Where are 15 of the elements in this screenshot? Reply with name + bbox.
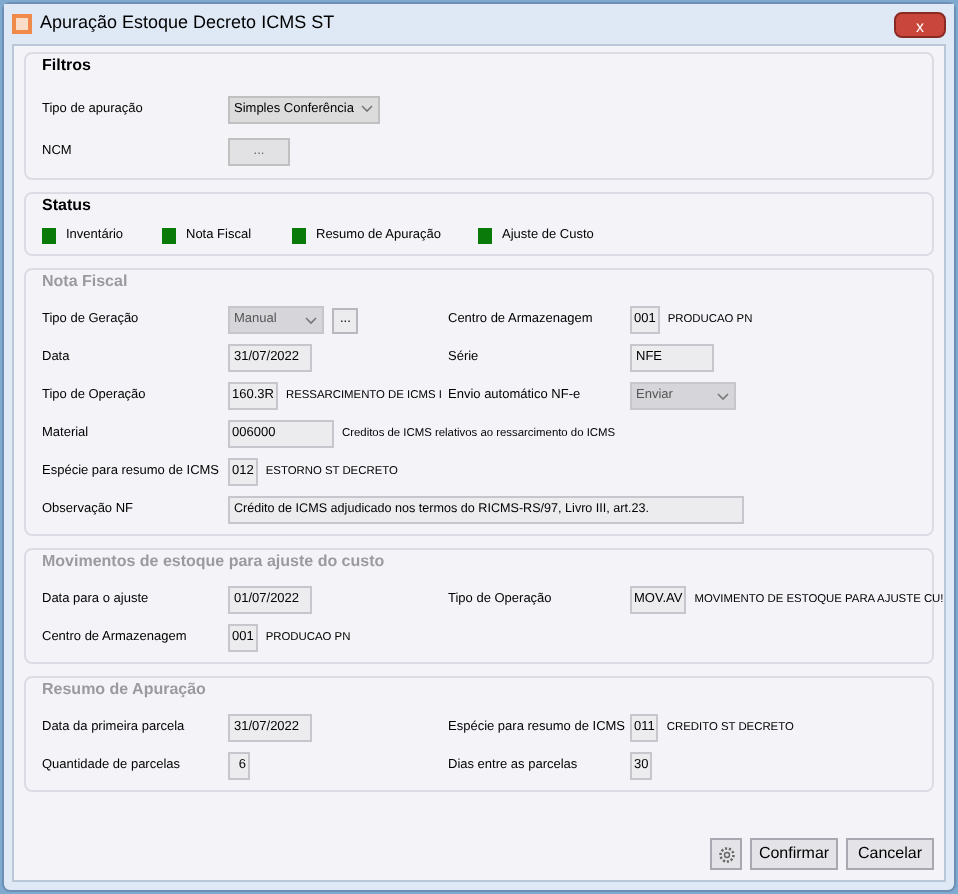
app-icon (12, 14, 32, 34)
chevron-down-icon (304, 315, 318, 326)
section-title: Movimentos de estoque para ajuste do custo (42, 549, 387, 574)
dialog-button[interactable]: Confirmar (750, 838, 838, 870)
section-title: Status (42, 194, 93, 218)
settings-button[interactable] (710, 838, 742, 870)
section-title: Filtros (42, 54, 93, 78)
close-button[interactable]: x (894, 11, 946, 37)
section-title: Nota Fiscal (42, 269, 130, 294)
chevron-down-icon (359, 104, 374, 114)
dialog-button[interactable]: Cancelar (846, 838, 934, 870)
section-title: Resumo de Apuração (42, 677, 208, 702)
window-title: Apuração Estoque Decreto ICMS ST (40, 10, 335, 37)
chevron-down-icon (716, 391, 730, 402)
settings-icon (717, 845, 735, 863)
